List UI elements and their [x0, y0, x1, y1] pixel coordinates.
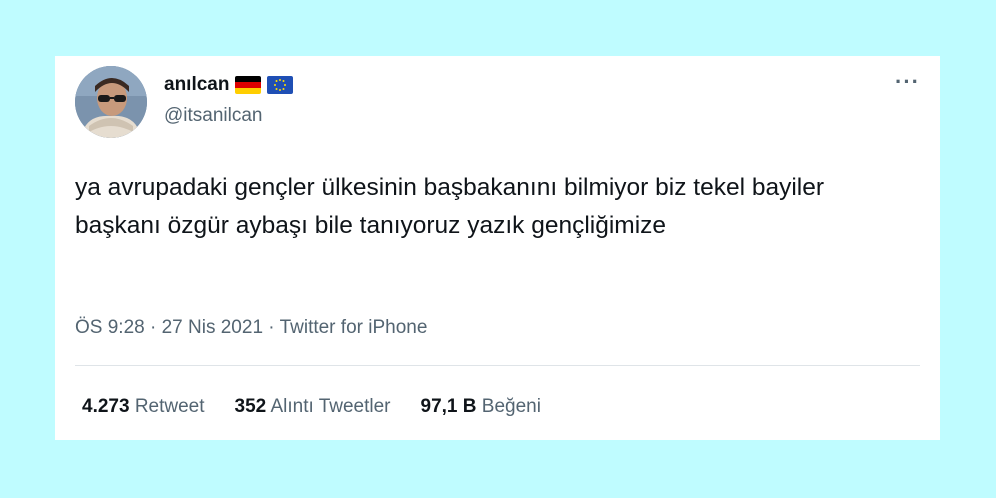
- tweet-text: ya avrupadaki gençler ülkesinin başbakan…: [75, 174, 825, 239]
- quote-count: 352: [234, 396, 267, 417]
- tweet-meta: ÖS 9:28 · 27 Nis 2021 · Twitter for iPho…: [75, 317, 427, 339]
- more-horizontal-icon[interactable]: ···: [895, 71, 920, 93]
- retweet-stat[interactable]: 4.273 Retweet: [82, 396, 205, 418]
- tweet-source[interactable]: Twitter for iPhone: [280, 317, 428, 338]
- meta-separator: ·: [268, 317, 275, 338]
- quote-label: Alıntı Tweetler: [270, 396, 391, 417]
- german-flag-icon: [235, 76, 262, 94]
- name-row: anılcan: [164, 74, 294, 96]
- display-name[interactable]: anılcan: [164, 74, 229, 96]
- like-count: 97,1 B: [420, 396, 477, 417]
- tweet-date[interactable]: 27 Nis 2021: [162, 317, 263, 338]
- retweet-label: Retweet: [134, 396, 205, 417]
- meta-separator: ·: [150, 317, 157, 338]
- avatar[interactable]: [75, 66, 147, 138]
- tweet-stats: 4.273 Retweet 352 Alıntı Tweetler 97,1 B…: [82, 396, 541, 418]
- like-label: Beğeni: [481, 396, 541, 417]
- divider: [75, 365, 920, 366]
- tweet-card: anılcan @itsanilcan ··· ya avrupadaki ge…: [55, 56, 940, 440]
- like-stat[interactable]: 97,1 B Beğeni: [421, 396, 541, 418]
- retweet-count: 4.273: [82, 396, 130, 417]
- tweet-time[interactable]: ÖS 9:28: [75, 317, 145, 338]
- user-handle[interactable]: @itsanilcan: [164, 105, 263, 127]
- quote-stat[interactable]: 352 Alıntı Tweetler: [235, 396, 391, 418]
- avatar-image: [75, 66, 147, 138]
- eu-flag-icon: [267, 76, 294, 94]
